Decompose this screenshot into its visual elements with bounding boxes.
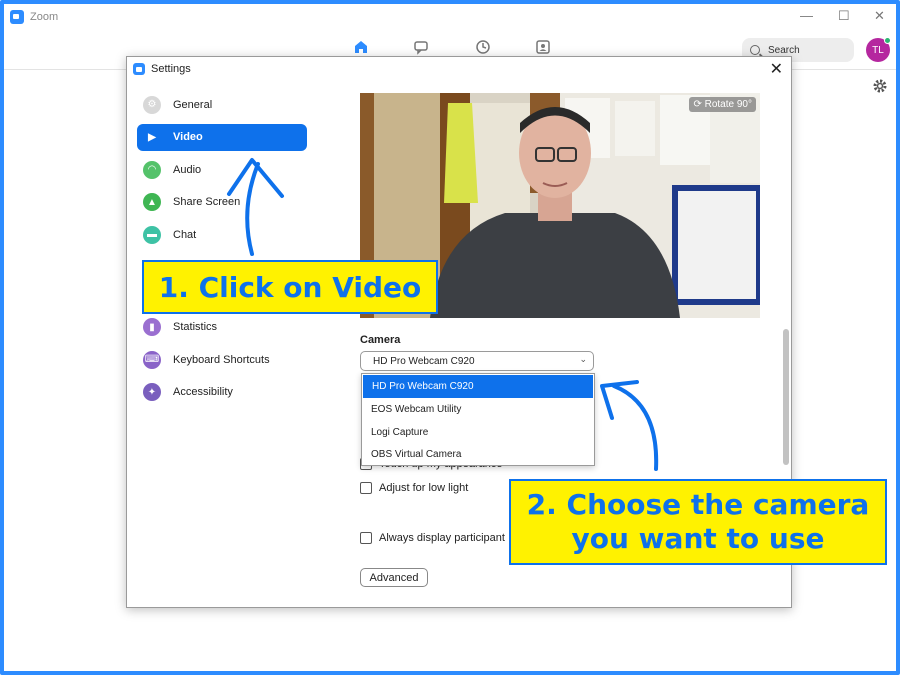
zoom-window: Zoom — ☐ ✕ Search TL Settings ✕ ⚙ General… bbox=[0, 0, 900, 675]
step-2-callout: 2. Choose the camera you want to use bbox=[509, 479, 887, 565]
step-2-line-1: 2. Choose the camera bbox=[526, 488, 870, 521]
step-1-callout: 1. Click on Video bbox=[142, 260, 438, 314]
tutorial-arrows bbox=[227, 158, 659, 471]
arrow-to-camera bbox=[612, 384, 659, 471]
arrow-to-video-head bbox=[227, 158, 284, 198]
arrow-to-video bbox=[245, 162, 260, 256]
step-2-line-2: you want to use bbox=[571, 522, 825, 555]
